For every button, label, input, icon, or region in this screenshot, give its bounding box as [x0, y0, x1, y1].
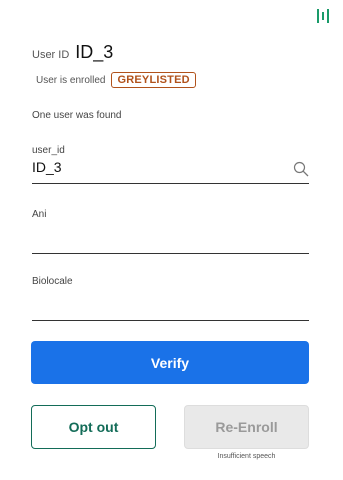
- ani-field-label: Ani: [32, 209, 47, 220]
- opt-out-button[interactable]: Opt out: [31, 405, 156, 449]
- re-enroll-note: Insufficient speech: [217, 453, 276, 460]
- user-id-value: ID_3: [75, 42, 114, 62]
- status-badge: GREYLISTED: [111, 72, 196, 88]
- biolocale-field[interactable]: Biolocale: [32, 276, 309, 321]
- columns-icon[interactable]: [316, 9, 330, 23]
- re-enroll-button: Re-Enroll: [184, 405, 309, 449]
- user-id-field-label: user_id: [32, 145, 65, 156]
- user-id-label: User ID: [32, 49, 70, 61]
- user-id-header: User ID ID_3: [32, 42, 113, 63]
- ani-input[interactable]: [32, 223, 309, 241]
- biolocale-field-label: Biolocale: [32, 276, 73, 287]
- search-result-text: One user was found: [32, 110, 122, 121]
- verify-button[interactable]: Verify: [31, 341, 309, 384]
- search-icon[interactable]: [293, 161, 309, 177]
- user-id-input[interactable]: ID_3: [32, 159, 309, 177]
- enrollment-status: User is enrolled GREYLISTED: [36, 72, 196, 88]
- user-id-field[interactable]: user_id ID_3: [32, 145, 309, 184]
- biolocale-input[interactable]: [32, 290, 309, 308]
- enrolled-text: User is enrolled: [36, 74, 106, 86]
- ani-field[interactable]: Ani: [32, 209, 309, 254]
